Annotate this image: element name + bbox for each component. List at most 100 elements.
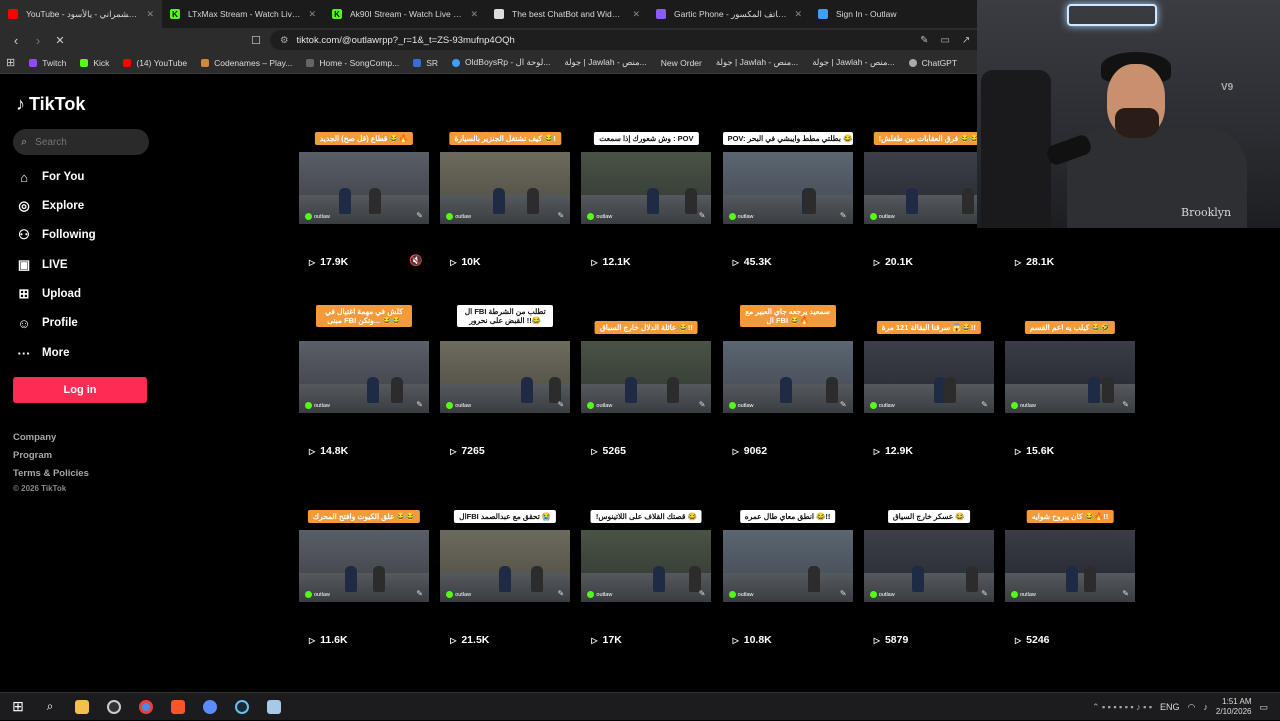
file-explorer-icon[interactable] [66, 693, 98, 721]
windows-start-icon[interactable]: ⊞ [2, 693, 34, 721]
bookmark[interactable]: جولة | Jawlah - منص... [716, 57, 798, 68]
video-card[interactable]: وش شعورك إذا سمعت : POV outlaw ✎ ▷ 12.1K [581, 130, 712, 280]
video-thumbnail[interactable]: outlaw✎ [1005, 530, 1135, 602]
close-icon[interactable]: ✕ [470, 9, 478, 20]
video-card[interactable]: الFBI تحقق مع عبدالصمد 😭 outlaw ✎ ▷ 21.5K [440, 508, 571, 658]
login-button[interactable]: Log in [13, 377, 147, 403]
bookmark[interactable]: Kick [80, 58, 109, 68]
search-input[interactable] [35, 136, 136, 148]
footer-company[interactable]: Company [13, 432, 56, 443]
browser-tab[interactable]: YouTube - موضي الشمراني - يالأسود ✕ [0, 0, 162, 28]
video-card[interactable]: قطاع (قل صح) الجديد 😂🔥 outlaw ✎ ▷ 17.9K 🔇 [299, 130, 429, 280]
video-thumbnail[interactable]: outlaw✎ [1005, 341, 1135, 413]
volume-icon[interactable]: ♪ [1203, 702, 1208, 712]
video-thumbnail[interactable]: outlaw✎ [581, 152, 712, 224]
bookmark[interactable]: OldBoysRp - لوحة ال... [452, 57, 550, 68]
browser-tab[interactable]: K LTxMax Stream - Watch Live on Kick ✕ [162, 0, 324, 28]
video-thumbnail[interactable]: outlaw✎ [440, 530, 571, 602]
browser-tab[interactable]: Gartic Phone - لعبة الهاتف المكسور ✕ [648, 0, 810, 28]
video-thumbnail[interactable]: outlaw✎ [863, 152, 994, 224]
forward-icon[interactable]: › [28, 30, 48, 50]
translate-icon[interactable]: ✎ [920, 35, 928, 46]
notepad-icon[interactable] [258, 693, 290, 721]
apps-icon[interactable]: ⊞ [6, 56, 15, 69]
screen-icon[interactable]: ▭ [940, 35, 949, 46]
video-card[interactable]: علق الكيوت وافتح المحرك 😂😂 outlaw ✎ ▷ 11.6K [299, 508, 429, 658]
bookmark[interactable]: Twitch [29, 58, 66, 68]
tray-icons[interactable]: ⌃ ▪ ▪ ▪ ▪ ▪ ▪ ♪ ▪ ▪ [1092, 702, 1152, 713]
video-card[interactable]: انطق معاي طال عمره 😂!! outlaw ✎ ▷ 10.8K [722, 508, 853, 658]
bookmark[interactable]: ChatGPT [908, 58, 957, 68]
video-card[interactable]: عائلة الدلال خارج السباق 😂!! outlaw ✎ ▷ 5265 [581, 319, 712, 469]
video-card[interactable]: !فرق العقابات بين طفلش 😂😂 outlaw✎ ▷ 20.1K [863, 130, 994, 280]
nav-following[interactable]: ⚇ Following [16, 227, 95, 243]
bookmark[interactable]: Home - SongComp... [306, 58, 399, 68]
video-card[interactable]: سرقنا البقالة 121 مرة 😱😂!! outlaw ✎ ▷ 12.9K [863, 319, 994, 469]
video-thumbnail[interactable]: outlaw✎ [440, 341, 571, 413]
kick-watermark: outlaw [446, 402, 471, 409]
nav-upload[interactable]: ⊞ Upload [16, 286, 81, 302]
close-icon[interactable]: ✕ [794, 9, 802, 20]
kick-watermark: outlaw [305, 402, 330, 409]
obs-icon[interactable] [98, 693, 130, 721]
video-card[interactable]: كيف تشتغل الجنزير بالسيارة 😂! outlaw ✎ ▷ 10K [440, 130, 571, 280]
video-card[interactable]: !قصتك القلاف على اللاتينوس 😂 outlaw ✎ ▷ 17K [581, 508, 712, 658]
nav-explore[interactable]: ◎ Explore [16, 198, 84, 214]
view-count-text: 15.6K [1026, 445, 1055, 457]
bookmark[interactable]: جولة | Jawlah - منص... [812, 57, 894, 68]
video-card[interactable]: سمعيد يرجعه جاي العبير مع ال FBI 😂🔥 outla… [722, 305, 853, 469]
video-thumbnail[interactable]: outlaw✎ [299, 341, 429, 413]
bookmark[interactable]: Codenames – Play... [201, 58, 292, 68]
search-box[interactable]: ⌕ [13, 129, 149, 155]
bookmark[interactable]: جولة | Jawlah - منص... [564, 57, 646, 68]
nav-for-you[interactable]: ⌂ For You [16, 169, 84, 185]
bookmark-icon[interactable]: ☐ [246, 30, 266, 50]
video-thumbnail[interactable]: outlaw✎ [299, 530, 429, 602]
bookmark[interactable]: New Order [661, 58, 702, 68]
address-bar[interactable]: ⚙ tiktok.com/@outlawrpp?_r=1&_t=ZS-93muf… [270, 30, 1000, 50]
bookmark[interactable]: SR [413, 58, 438, 68]
video-card[interactable]: كلش في مهمة اغتيال في مبنى FBI وتكن... 😂… [299, 305, 429, 469]
video-thumbnail[interactable]: outlaw✎ [863, 341, 994, 413]
video-thumbnail[interactable]: outlaw✎ [581, 530, 712, 602]
close-icon[interactable]: ✕ [632, 9, 640, 20]
footer-terms[interactable]: Terms & Policies [13, 468, 89, 479]
close-icon[interactable]: ✕ [146, 9, 154, 20]
nav-live[interactable]: ▣ LIVE [16, 257, 68, 273]
video-card[interactable]: كان يبروح شوايه 😂🔥!! outlaw ✎ ▷ 5246 [1005, 508, 1135, 658]
video-thumbnail[interactable]: outlaw✎ [581, 341, 712, 413]
clock[interactable]: 1:51 AM 2/10/2026 [1216, 697, 1252, 716]
chrome-icon[interactable] [130, 693, 162, 721]
nav-more[interactable]: ··· More [16, 345, 70, 361]
share-icon[interactable]: ↗ [962, 35, 970, 46]
video-thumbnail[interactable]: outlaw✎ [722, 341, 853, 413]
nav-profile[interactable]: ☺ Profile [16, 315, 77, 331]
wifi-icon[interactable]: ◠ [1188, 702, 1196, 713]
search-icon[interactable]: ⌕ [34, 693, 66, 721]
video-card[interactable]: POV: بطلتي مطط وايبشي في البحر 😂 outlaw ✎ ▷… [722, 130, 853, 280]
browser-tab[interactable]: Sign In - Outlaw [810, 0, 972, 28]
steam-icon[interactable] [226, 693, 258, 721]
footer-program[interactable]: Program [13, 450, 52, 461]
bookmark[interactable]: (14) YouTube [123, 58, 187, 68]
notification-icon[interactable]: ▭ [1259, 702, 1268, 713]
brave-icon[interactable] [162, 693, 194, 721]
stop-icon[interactable]: ✕ [50, 30, 70, 50]
video-thumbnail[interactable]: outlaw✎ [722, 530, 853, 602]
mute-icon[interactable]: 🔇 [409, 254, 423, 267]
close-icon[interactable]: ✕ [308, 9, 316, 20]
video-thumbnail[interactable]: outlaw✎ [722, 152, 853, 224]
video-card[interactable]: عسكر خارج السياق 😂 outlaw ✎ ▷ 5879 [863, 508, 994, 658]
back-icon[interactable]: ‹ [6, 30, 26, 50]
video-card[interactable]: ال FBI تطلب من الشرطة القبض على نحرور !!… [440, 305, 571, 469]
browser-tab[interactable]: K Ak90I Stream - Watch Live on Kick ✕ [324, 0, 486, 28]
video-thumbnail[interactable]: outlaw✎ [299, 152, 429, 224]
tiktok-logo[interactable]: ♪ TikTok [16, 94, 85, 115]
video-card[interactable]: كيلب يه اعم القسم 😂🤣 outlaw ✎ ▷ 15.6K [1005, 319, 1135, 469]
app-icon[interactable] [194, 693, 226, 721]
video-thumbnail[interactable]: outlaw✎ [863, 530, 994, 602]
language-indicator[interactable]: ENG [1160, 702, 1180, 712]
video-thumbnail[interactable]: outlaw✎ [440, 152, 571, 224]
site-info-icon[interactable]: ⚙ [280, 35, 289, 46]
browser-tab[interactable]: The best ChatBot and Widgets for Ki ✕ [486, 0, 648, 28]
